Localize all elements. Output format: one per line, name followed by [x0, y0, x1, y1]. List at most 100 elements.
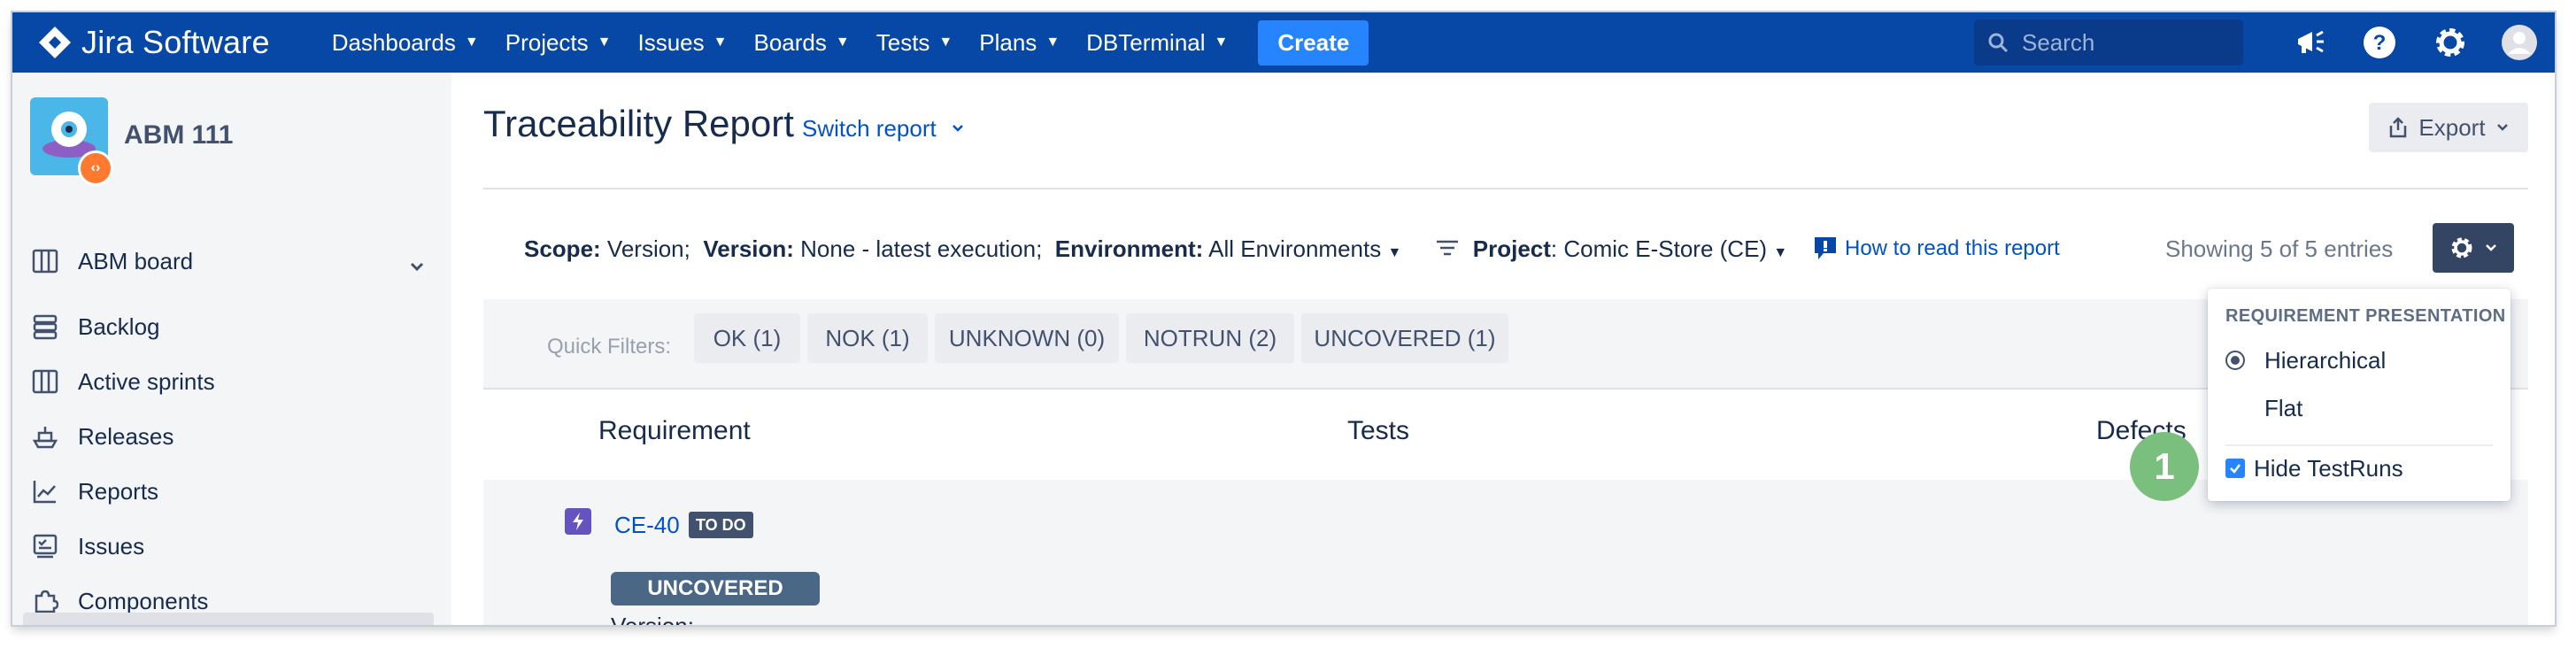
project-sidebar: ‹› ABM 111 ABM board Backlog Active spri…	[12, 73, 451, 625]
nav-projects[interactable]: Projects ▼	[505, 29, 612, 57]
settings-dropdown: REQUIREMENT PRESENTATION Hierarchical Fl…	[2208, 289, 2510, 501]
sidebar-selected-item[interactable]	[23, 613, 434, 625]
status-badge: TO DO	[689, 512, 753, 538]
project-value: : Comic E-Store (CE)	[1550, 235, 1768, 262]
project-dropdown[interactable]: Project: Comic E-Store (CE) ▼	[1473, 235, 1787, 262]
hide-testruns-checkbox[interactable]	[2225, 459, 2245, 478]
sidebar-item-active-sprints[interactable]: Active sprints	[30, 366, 215, 397]
switch-report-dropdown[interactable]: Switch report	[802, 115, 966, 143]
avatar[interactable]	[2500, 23, 2539, 62]
export-label: Export	[2418, 113, 2486, 141]
nav-tests[interactable]: Tests ▼	[876, 29, 953, 57]
nav-dbterminal[interactable]: DBTerminal ▼	[1086, 29, 1228, 57]
issue-key-link[interactable]: CE-40	[614, 512, 680, 539]
callout-number-badge: 1	[2130, 432, 2199, 501]
feedback-icon	[1815, 237, 1836, 259]
chevron-down-icon: ▼	[835, 35, 850, 50]
version-text: Version: -	[611, 613, 708, 625]
chevron-down-icon	[2496, 124, 2508, 131]
filter-chip-nok[interactable]: NOK (1)	[807, 313, 928, 363]
nav-plans[interactable]: Plans ▼	[979, 29, 1060, 57]
entries-count: Showing 5 of 5 entries	[2165, 235, 2394, 262]
megaphone-icon[interactable]	[2291, 23, 2330, 62]
option-flat[interactable]: Flat	[2264, 395, 2302, 422]
scope-value: Version;	[606, 235, 690, 262]
nav-boards[interactable]: Boards ▼	[754, 29, 850, 57]
filter-chip-uncovered[interactable]: UNCOVERED (1)	[1301, 313, 1508, 363]
backlog-icon	[30, 312, 60, 342]
story-icon	[565, 508, 591, 535]
sidebar-item-label: ABM board	[78, 247, 194, 274]
sidebar-item-releases[interactable]: Releases	[30, 421, 174, 451]
chevron-down-icon	[2486, 244, 2496, 251]
code-badge-icon: ‹›	[78, 150, 113, 186]
column-tests[interactable]: Tests	[1347, 416, 1409, 446]
chevron-down-icon: ▼	[713, 35, 728, 50]
nav-menu: Dashboards ▼ Projects ▼ Issues ▼ Boards ▼ Te…	[332, 19, 1369, 66]
filter-chip-unknown[interactable]: UNKNOWN (0)	[935, 313, 1119, 363]
share-icon	[2390, 117, 2407, 138]
chevron-down-icon: ▼	[597, 35, 612, 50]
nav-label: Boards	[753, 28, 827, 56]
chevron-down-icon: ▼	[1045, 35, 1060, 50]
how-to-read-link[interactable]: How to read this report	[1813, 235, 2060, 262]
settings-button[interactable]	[2433, 223, 2514, 273]
quick-filters-label: Quick Filters:	[547, 335, 672, 359]
sidebar-item-reports[interactable]: Reports	[30, 476, 158, 506]
puzzle-icon	[30, 586, 60, 616]
sidebar-item-label: Backlog	[78, 312, 160, 340]
version-label: Version:	[703, 235, 794, 262]
chevron-down-icon	[953, 125, 963, 132]
issues-icon	[30, 531, 60, 561]
sidebar-item-issues[interactable]: Issues	[30, 531, 144, 561]
how-to-read-label: How to read this report	[1845, 236, 2060, 260]
chart-icon	[30, 476, 60, 506]
switch-report-label: Switch report	[802, 115, 937, 142]
caret-down-icon: ▼	[1387, 245, 1402, 260]
nav-issues[interactable]: Issues ▼	[638, 29, 728, 57]
scope-summary: Scope: Version; Version: None - latest e…	[524, 235, 1787, 265]
nav-label: Tests	[875, 28, 930, 56]
app-window: Jira Software Dashboards ▼ Projects ▼ Issu…	[12, 12, 2555, 625]
ship-icon	[30, 421, 60, 451]
table-row: CE-40 TO DO UNCOVERED Version: -	[483, 480, 2528, 625]
hide-testruns-label[interactable]: Hide TestRuns	[2254, 455, 2403, 482]
jira-logo[interactable]: Jira Software	[37, 24, 270, 61]
sidebar-item-label: Reports	[78, 477, 159, 505]
project-name: ABM 111	[124, 120, 234, 150]
sidebar-item-label: Issues	[78, 532, 145, 559]
nav-label: Projects	[505, 28, 589, 56]
chevron-down-icon: ▼	[938, 35, 953, 50]
board-icon	[30, 246, 60, 276]
environment-value: All Environments	[1208, 235, 1382, 262]
filter-chip-notrun[interactable]: NOTRUN (2)	[1126, 313, 1294, 363]
nav-label: Issues	[637, 28, 705, 56]
environment-label: Environment:	[1054, 235, 1204, 262]
svg-text:?: ?	[2373, 31, 2387, 55]
nav-label: Plans	[979, 28, 1037, 56]
scope-label: Scope:	[524, 235, 601, 262]
filter-chip-ok[interactable]: OK (1)	[694, 313, 800, 363]
top-navigation: Jira Software Dashboards ▼ Projects ▼ Issu…	[12, 12, 2555, 73]
check-icon	[2230, 464, 2241, 474]
nav-label: Dashboards	[331, 28, 456, 56]
filter-icon	[1435, 237, 1460, 265]
create-button[interactable]: Create	[1258, 19, 1369, 66]
column-requirement[interactable]: Requirement	[598, 416, 751, 446]
search-input[interactable]: Search	[1974, 19, 2243, 66]
chevron-down-icon[interactable]	[407, 257, 427, 281]
sidebar-item-backlog[interactable]: Backlog	[30, 312, 160, 342]
search-icon	[1988, 33, 2009, 53]
divider	[2225, 444, 2493, 446]
divider	[483, 188, 2528, 189]
sidebar-item-components[interactable]: Components	[30, 586, 208, 616]
option-hierarchical[interactable]: Hierarchical	[2264, 347, 2386, 374]
nav-dashboards[interactable]: Dashboards ▼	[332, 29, 479, 57]
help-icon[interactable]: ?	[2360, 23, 2399, 62]
radio-hierarchical[interactable]	[2225, 351, 2245, 370]
gear-icon[interactable]	[2431, 23, 2470, 62]
export-button[interactable]: Export	[2369, 103, 2528, 152]
sidebar-item-board[interactable]: ABM board	[30, 246, 193, 276]
environment-dropdown[interactable]: All Environments ▼	[1208, 235, 1401, 262]
project-label: Project	[1472, 235, 1551, 262]
